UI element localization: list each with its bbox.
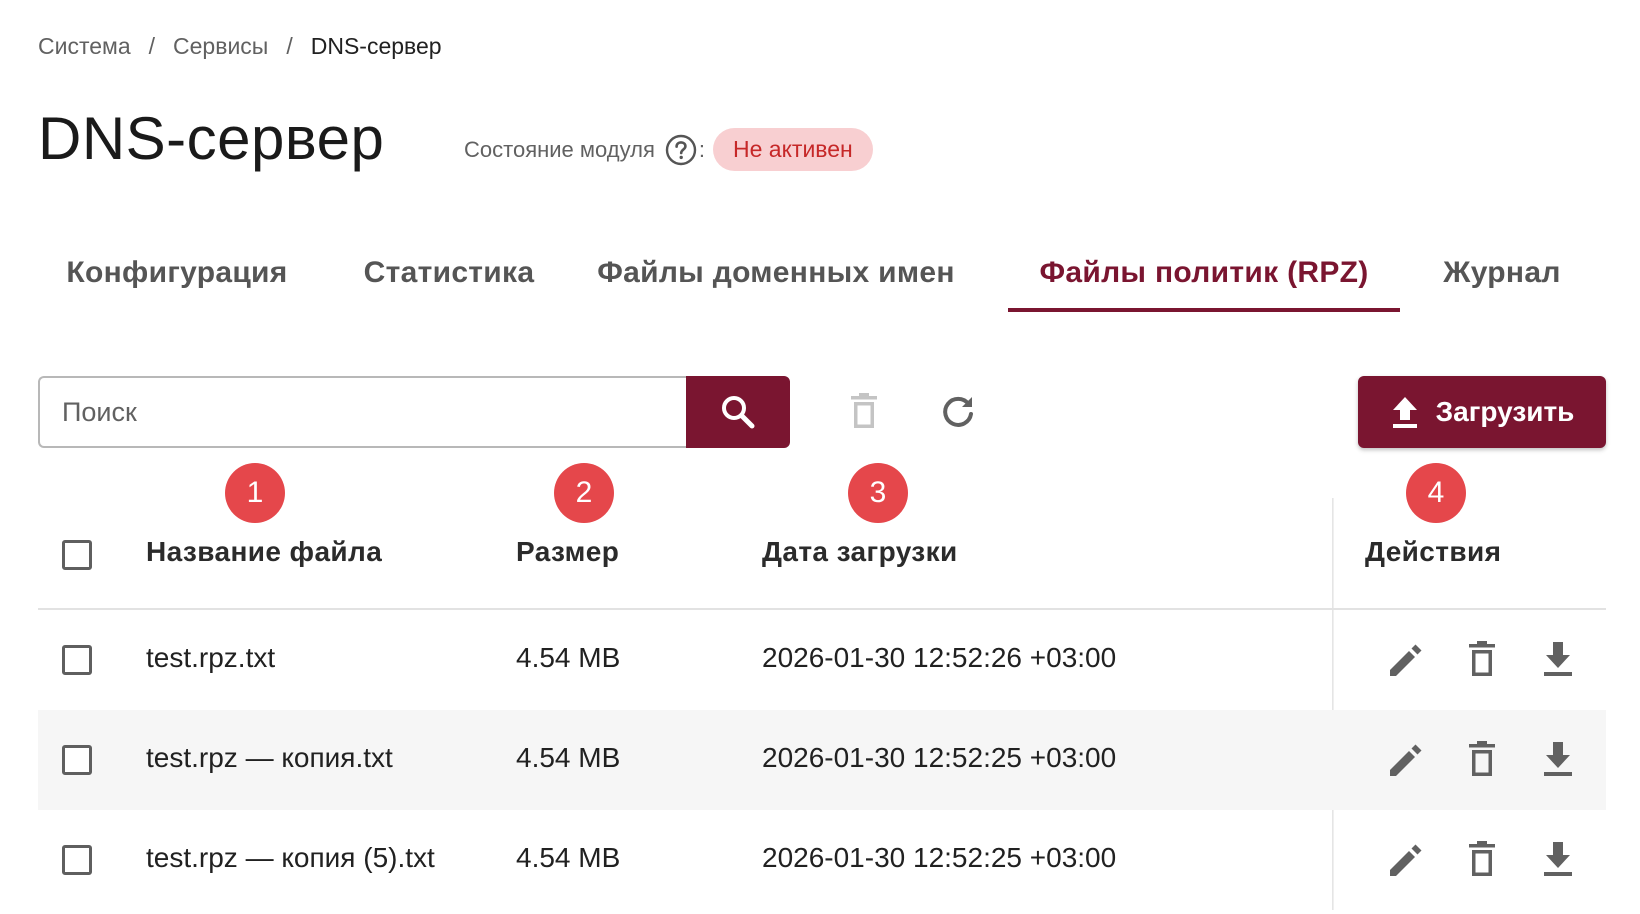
table-row: test.rpz — копия.txt 4.54 MB 2026-01-30 … [38,710,1606,810]
delete-icon[interactable] [1460,638,1504,682]
table-row: test.rpz — копия (5).txt 4.54 MB 2026-01… [38,810,1606,910]
column-header-name[interactable]: Название файла [146,536,382,568]
breadcrumb-item-system[interactable]: Система [38,33,131,60]
tab-rpz-files[interactable]: Файлы политик (RPZ) [1008,244,1400,314]
delete-icon[interactable] [1460,838,1504,882]
table-header-row: Название файла Размер Дата загрузки Дейс… [38,498,1606,610]
breadcrumb-item-services[interactable]: Сервисы [173,33,268,60]
download-icon[interactable] [1536,738,1580,782]
file-name: test.rpz — копия (5).txt [146,842,435,873]
column-header-date[interactable]: Дата загрузки [762,536,958,568]
edit-icon[interactable] [1384,638,1428,682]
table-row: test.rpz.txt 4.54 MB 2026-01-30 12:52:26… [38,610,1606,710]
breadcrumb-item-current: DNS-сервер [310,33,442,59]
upload-button[interactable]: Загрузить [1358,376,1606,448]
file-date: 2026-01-30 12:52:25 +03:00 [762,842,1117,873]
delete-icon[interactable] [1460,738,1504,782]
tabs: Конфигурация Статистика Файлы доменных и… [38,244,1598,314]
select-all-checkbox[interactable] [62,540,92,570]
column-header-actions: Действия [1365,536,1502,567]
files-table: Название файла Размер Дата загрузки Дейс… [38,498,1606,910]
edit-icon[interactable] [1384,838,1428,882]
tab-statistics[interactable]: Статистика [338,244,560,314]
breadcrumb-separator: / [286,33,293,59]
edit-icon[interactable] [1384,738,1428,782]
row-checkbox[interactable] [62,645,92,675]
module-state-label: Состояние модуля [464,136,655,162]
search-icon [718,392,758,432]
row-checkbox[interactable] [62,745,92,775]
search-input[interactable] [38,376,688,448]
tab-domain-files[interactable]: Файлы доменных имен [580,244,972,314]
file-size: 4.54 MB [516,742,621,773]
refresh-icon[interactable] [936,390,980,434]
file-size: 4.54 MB [516,842,621,873]
upload-icon [1390,395,1436,429]
breadcrumb-separator: / [148,33,156,59]
search-button[interactable] [686,376,790,448]
page: Система / Сервисы / DNS-сервер DNS-серве… [0,0,1640,914]
row-checkbox[interactable] [62,845,92,875]
column-header-size[interactable]: Размер [516,536,619,568]
delete-selected-icon[interactable] [842,390,886,434]
breadcrumb: Система / Сервисы / DNS-сервер [38,33,442,60]
tab-journal[interactable]: Журнал [1424,244,1580,314]
download-icon[interactable] [1536,838,1580,882]
file-date: 2026-01-30 12:52:26 +03:00 [762,642,1117,673]
module-state: Состояние модуля : Не активен [464,128,873,171]
tab-configuration[interactable]: Конфигурация [38,244,316,314]
status-badge: Не активен [713,128,873,171]
page-title: DNS-сервер [38,105,385,172]
file-name: test.rpz — копия.txt [146,742,393,773]
download-icon[interactable] [1536,638,1580,682]
upload-button-label: Загрузить [1435,396,1575,427]
module-state-colon: : [698,136,705,162]
help-icon[interactable] [665,134,697,166]
file-size: 4.54 MB [516,642,621,673]
file-date: 2026-01-30 12:52:25 +03:00 [762,742,1117,773]
file-name: test.rpz.txt [146,642,276,673]
